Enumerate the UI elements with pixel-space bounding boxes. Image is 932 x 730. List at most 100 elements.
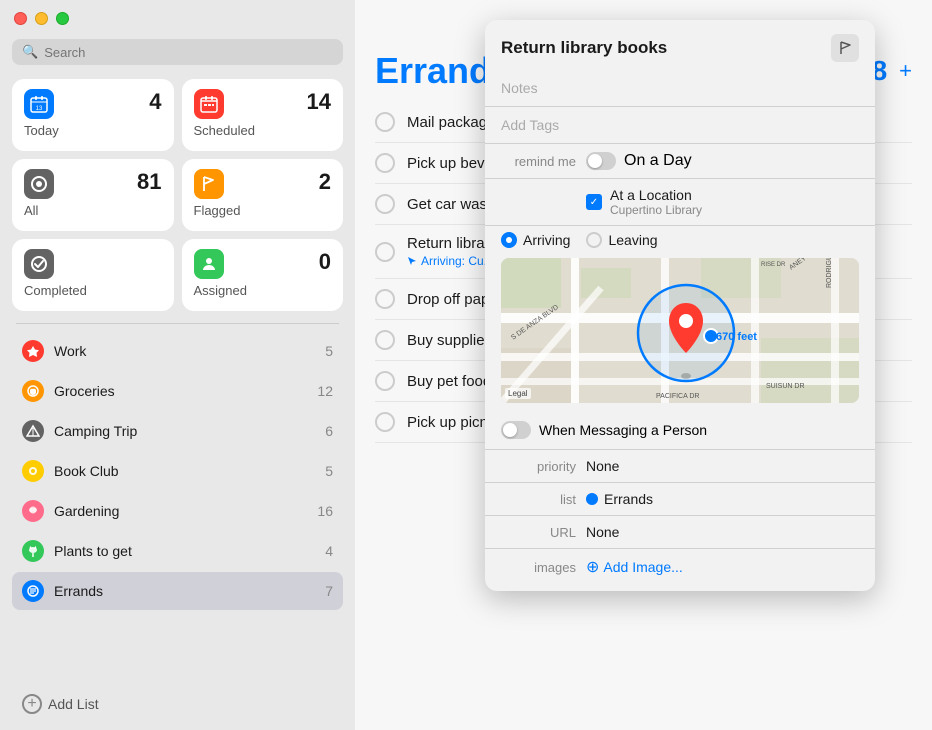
remind-me-content: On a Day <box>586 152 859 170</box>
add-image-button[interactable]: ⊕ Add Image... <box>586 557 683 577</box>
flag-button[interactable] <box>831 34 859 62</box>
gardening-count: 16 <box>317 503 333 519</box>
list-item-gardening[interactable]: Gardening 16 <box>12 492 343 530</box>
leaving-option[interactable]: Leaving <box>586 232 657 248</box>
map-svg: ANEY AVE RODRIGUES AVE RISE DR S DE ANZA… <box>501 258 859 403</box>
close-button[interactable] <box>14 12 27 25</box>
task-circle-4[interactable] <box>375 242 395 262</box>
url-label: URL <box>501 525 576 540</box>
maximize-button[interactable] <box>56 12 69 25</box>
messaging-toggle[interactable] <box>501 421 531 439</box>
camping-count: 6 <box>325 423 333 439</box>
smart-tile-all[interactable]: 81 All <box>12 159 174 231</box>
svg-text:RODRIGUES AVE: RODRIGUES AVE <box>826 258 833 288</box>
priority-label: priority <box>501 459 576 474</box>
search-input[interactable] <box>44 45 333 60</box>
flag-icon <box>839 41 851 55</box>
smart-tile-today[interactable]: 13 4 Today <box>12 79 174 151</box>
svg-text:PACIFICA DR: PACIFICA DR <box>656 393 699 400</box>
add-image-plus-icon: ⊕ <box>586 557 599 577</box>
today-count: 4 <box>149 89 161 115</box>
list-item-errands[interactable]: Errands 7 <box>12 572 343 610</box>
map-container: ANEY AVE RODRIGUES AVE RISE DR S DE ANZA… <box>501 258 859 403</box>
smart-lists: 13 4 Today <box>12 79 343 311</box>
plants-count: 4 <box>325 543 333 559</box>
url-row: URL None <box>485 515 875 548</box>
map-legal: Legal <box>505 388 531 399</box>
priority-row: priority None <box>485 449 875 482</box>
assigned-count: 0 <box>319 249 331 275</box>
completed-label: Completed <box>24 283 162 298</box>
messaging-knob <box>503 423 517 437</box>
smart-tile-flagged[interactable]: 2 Flagged <box>182 159 344 231</box>
window-controls <box>12 12 343 25</box>
plants-name: Plants to get <box>54 543 325 559</box>
task-circle-6[interactable] <box>375 330 395 350</box>
messaging-row: When Messaging a Person <box>485 413 875 449</box>
at-location-label: At a Location <box>610 187 702 203</box>
task-circle-8[interactable] <box>375 412 395 432</box>
at-location-content: ✓ At a Location Cupertino Library <box>586 187 859 217</box>
task-circle-5[interactable] <box>375 289 395 309</box>
flagged-label: Flagged <box>194 203 332 218</box>
url-value: None <box>586 524 619 540</box>
add-list-button[interactable]: + Add List <box>12 686 343 722</box>
today-icon: 13 <box>24 89 54 119</box>
smart-tile-completed[interactable]: Completed <box>12 239 174 311</box>
task-circle-7[interactable] <box>375 371 395 391</box>
smart-tile-assigned[interactable]: 0 Assigned <box>182 239 344 311</box>
completed-icon <box>24 249 54 279</box>
list-value: Errands <box>604 491 653 507</box>
work-count: 5 <box>325 343 333 359</box>
map-background: ANEY AVE RODRIGUES AVE RISE DR S DE ANZA… <box>501 258 859 403</box>
task-circle-3[interactable] <box>375 194 395 214</box>
location-name: Cupertino Library <box>610 203 702 217</box>
groceries-dot <box>22 380 44 402</box>
on-a-day-toggle[interactable] <box>586 152 616 170</box>
add-reminder-button[interactable]: + <box>899 58 912 84</box>
task-circle-2[interactable] <box>375 153 395 173</box>
task-circle-1[interactable] <box>375 112 395 132</box>
minimize-button[interactable] <box>35 12 48 25</box>
search-box[interactable]: 🔍 <box>12 39 343 65</box>
errands-count: 7 <box>325 583 333 599</box>
list-item-groceries[interactable]: Groceries 12 <box>12 372 343 410</box>
smart-tile-scheduled[interactable]: 14 Scheduled <box>182 79 344 151</box>
bookclub-name: Book Club <box>54 463 325 479</box>
list-color-dot <box>586 493 598 505</box>
list-item-work[interactable]: Work 5 <box>12 332 343 370</box>
all-label: All <box>24 203 162 218</box>
work-name: Work <box>54 343 325 359</box>
assigned-label: Assigned <box>194 283 332 298</box>
work-dot <box>22 340 44 362</box>
errands-dot <box>22 580 44 602</box>
list-row: list Errands <box>485 482 875 515</box>
arriving-option[interactable]: Arriving <box>501 232 570 248</box>
camping-name: Camping Trip <box>54 423 325 439</box>
arriving-radio[interactable] <box>501 232 517 248</box>
list-item-camping[interactable]: Camping Trip 6 <box>12 412 343 450</box>
bookclub-dot <box>22 460 44 482</box>
flagged-count: 2 <box>319 169 331 195</box>
today-label: Today <box>24 123 162 138</box>
toggle-knob <box>588 154 602 168</box>
tags-field[interactable]: Add Tags <box>485 107 875 144</box>
svg-text:RISE DR: RISE DR <box>761 262 786 268</box>
main-content: Errands 8 + Mail packages Pick up bever.… <box>355 0 932 730</box>
bookclub-count: 5 <box>325 463 333 479</box>
arriving-label: Arriving <box>523 232 570 248</box>
at-location-checkbox[interactable]: ✓ <box>586 194 602 210</box>
camping-dot <box>22 420 44 442</box>
leaving-radio[interactable] <box>586 232 602 248</box>
all-count: 81 <box>137 169 161 195</box>
notes-field[interactable]: Notes <box>485 70 875 107</box>
all-icon <box>24 169 54 199</box>
svg-text:13: 13 <box>36 106 43 112</box>
detail-header: Return library books <box>485 20 875 70</box>
list-item-bookclub[interactable]: Book Club 5 <box>12 452 343 490</box>
list-label: list <box>501 492 576 507</box>
at-location-row: ✓ At a Location Cupertino Library <box>485 179 875 226</box>
images-row: images ⊕ Add Image... <box>485 548 875 591</box>
list-item-plants[interactable]: Plants to get 4 <box>12 532 343 570</box>
assigned-icon <box>194 249 224 279</box>
